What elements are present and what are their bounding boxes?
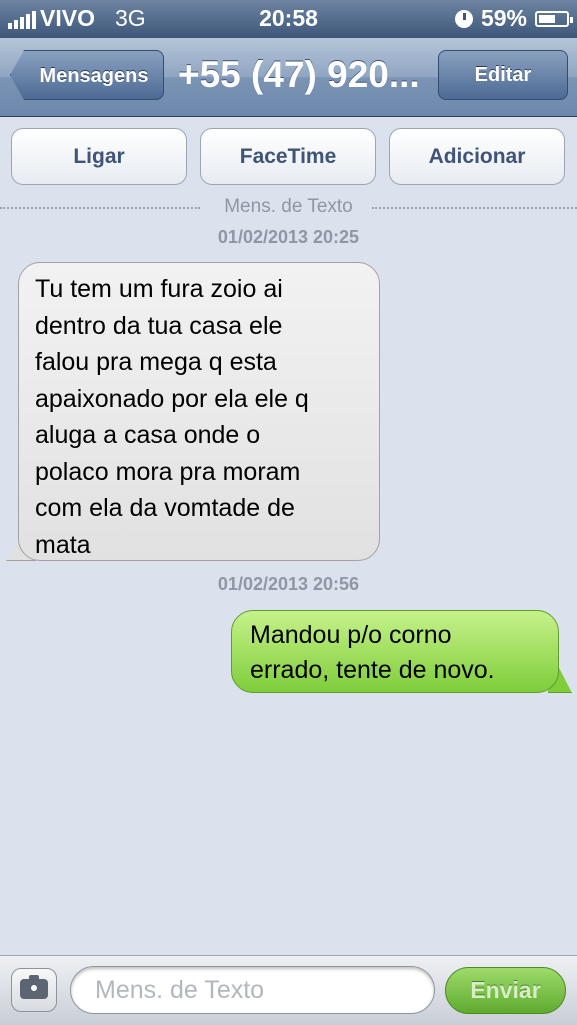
received-message-bubble[interactable]: Tu tem um fura zoio ai dentro da tua cas… bbox=[18, 262, 380, 561]
message-line: dentro da tua casa ele bbox=[35, 311, 283, 340]
message-line: aluga a casa onde o bbox=[35, 421, 261, 449]
message-line: mata bbox=[35, 530, 91, 559]
message-line: Mandou p/o corno bbox=[250, 621, 452, 649]
send-button[interactable]: Enviar bbox=[445, 967, 566, 1014]
back-button[interactable]: Mensagens bbox=[10, 50, 164, 100]
camera-icon bbox=[20, 975, 48, 999]
section-label: Mens. de Texto bbox=[224, 196, 353, 217]
navigation-bar: Mensagens +55 (47) 920... Editar bbox=[0, 38, 577, 117]
battery-icon bbox=[535, 10, 573, 27]
message-line: Tu tem um fura zoio ai bbox=[35, 275, 283, 303]
message-line: errado, tente de novo. bbox=[250, 656, 495, 684]
message-line: apaixonado por ela ele q bbox=[35, 384, 309, 413]
message-line: com ela da vomtade de bbox=[35, 494, 295, 522]
conversation-title: +55 (47) 920... bbox=[178, 54, 420, 95]
message-timestamp: 01/02/2013 20:25 bbox=[217, 227, 360, 247]
add-contact-button[interactable]: Adicionar bbox=[389, 128, 565, 185]
battery-percent: 59% bbox=[480, 5, 527, 31]
status-bar: VIVO 3G 20:58 59% bbox=[0, 0, 577, 38]
section-divider: Mens. de Texto bbox=[0, 196, 577, 220]
message-input[interactable] bbox=[70, 966, 435, 1014]
camera-button[interactable] bbox=[11, 968, 57, 1012]
message-line: polaco mora pra moram bbox=[35, 457, 301, 486]
message-timestamp: 01/02/2013 20:56 bbox=[217, 574, 360, 594]
sent-message-bubble[interactable]: Mandou p/o corno errado, tente de novo. bbox=[231, 610, 559, 693]
status-right: 59% bbox=[454, 5, 573, 32]
edit-button[interactable]: Editar bbox=[438, 50, 568, 100]
alarm-clock-icon bbox=[454, 9, 473, 28]
facetime-button[interactable]: FaceTime bbox=[200, 128, 376, 185]
call-button[interactable]: Ligar bbox=[11, 128, 187, 185]
message-composer: Enviar bbox=[0, 955, 577, 1025]
message-line: falou pra mega q esta bbox=[35, 348, 277, 376]
